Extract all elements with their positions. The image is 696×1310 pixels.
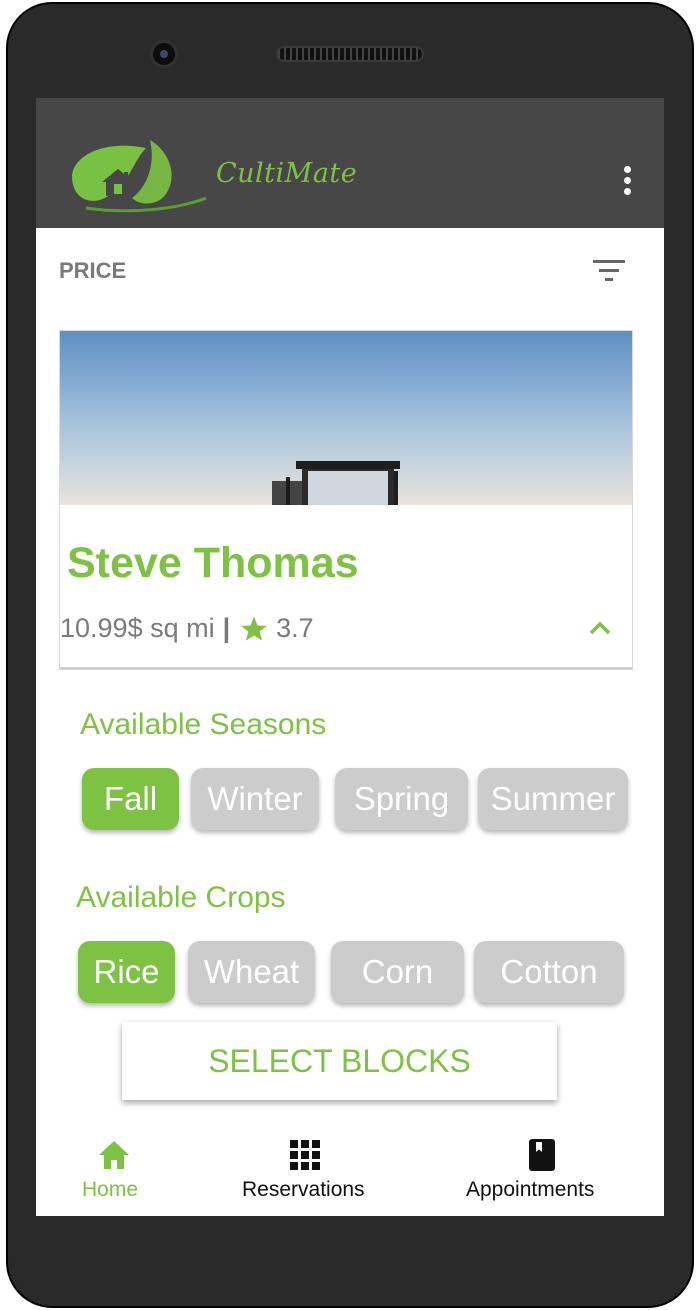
bottom-nav: Home Reservations Appointments <box>36 1128 664 1216</box>
crops-title: Available Crops <box>76 881 286 914</box>
home-icon <box>99 1141 129 1169</box>
leaf-house-logo-icon <box>72 140 207 213</box>
crop-chip-cotton[interactable]: Cotton <box>474 941 624 1003</box>
nav-item-reservations[interactable]: Reservations <box>236 1128 376 1216</box>
listing-name: Steve Thomas <box>67 539 359 587</box>
tractor-field-photo <box>60 331 632 505</box>
crop-chip-corn[interactable]: Corn <box>331 941 464 1003</box>
season-chip-winter[interactable]: Winter <box>191 768 319 830</box>
meta-separator: | <box>222 613 231 643</box>
book-icon <box>529 1139 555 1171</box>
star-icon <box>241 616 267 641</box>
phone-frame: CultiMate PRICE Steve Thomas 10.99$ sq m… <box>6 2 694 1308</box>
sort-bar: PRICE <box>36 228 664 314</box>
season-chip-spring[interactable]: Spring <box>335 768 468 830</box>
app-brand-name: CultiMate <box>216 158 358 189</box>
camera-icon <box>150 40 178 68</box>
nav-label-home: Home <box>82 1178 139 1201</box>
listing-rating: 3.7 <box>276 613 314 643</box>
filter-icon[interactable] <box>592 258 626 284</box>
more-options-icon[interactable] <box>618 166 636 202</box>
nav-item-appointments[interactable]: Appointments <box>464 1128 624 1216</box>
nav-label-appointments: Appointments <box>466 1178 595 1201</box>
app-bar: CultiMate <box>36 98 664 228</box>
season-chip-fall[interactable]: Fall <box>82 768 179 830</box>
app-screen: CultiMate PRICE Steve Thomas 10.99$ sq m… <box>36 98 664 1216</box>
listing-meta: 10.99$ sq mi | 3.7 <box>60 613 314 644</box>
speaker-grille <box>276 46 424 62</box>
chevron-up-icon[interactable] <box>586 614 614 642</box>
season-chip-summer[interactable]: Summer <box>478 768 628 830</box>
nav-item-home[interactable]: Home <box>76 1128 156 1216</box>
listing-price: 10.99$ sq mi <box>60 613 215 643</box>
seasons-title: Available Seasons <box>80 708 327 741</box>
nav-label-reservations: Reservations <box>242 1178 365 1201</box>
listing-card[interactable]: Steve Thomas 10.99$ sq mi | 3.7 <box>59 330 633 670</box>
crop-chip-wheat[interactable]: Wheat <box>188 941 315 1003</box>
grid-icon <box>290 1140 320 1170</box>
crop-chip-rice[interactable]: Rice <box>78 941 175 1003</box>
sort-label[interactable]: PRICE <box>59 258 126 284</box>
select-blocks-button[interactable]: SELECT BLOCKS <box>122 1022 557 1100</box>
